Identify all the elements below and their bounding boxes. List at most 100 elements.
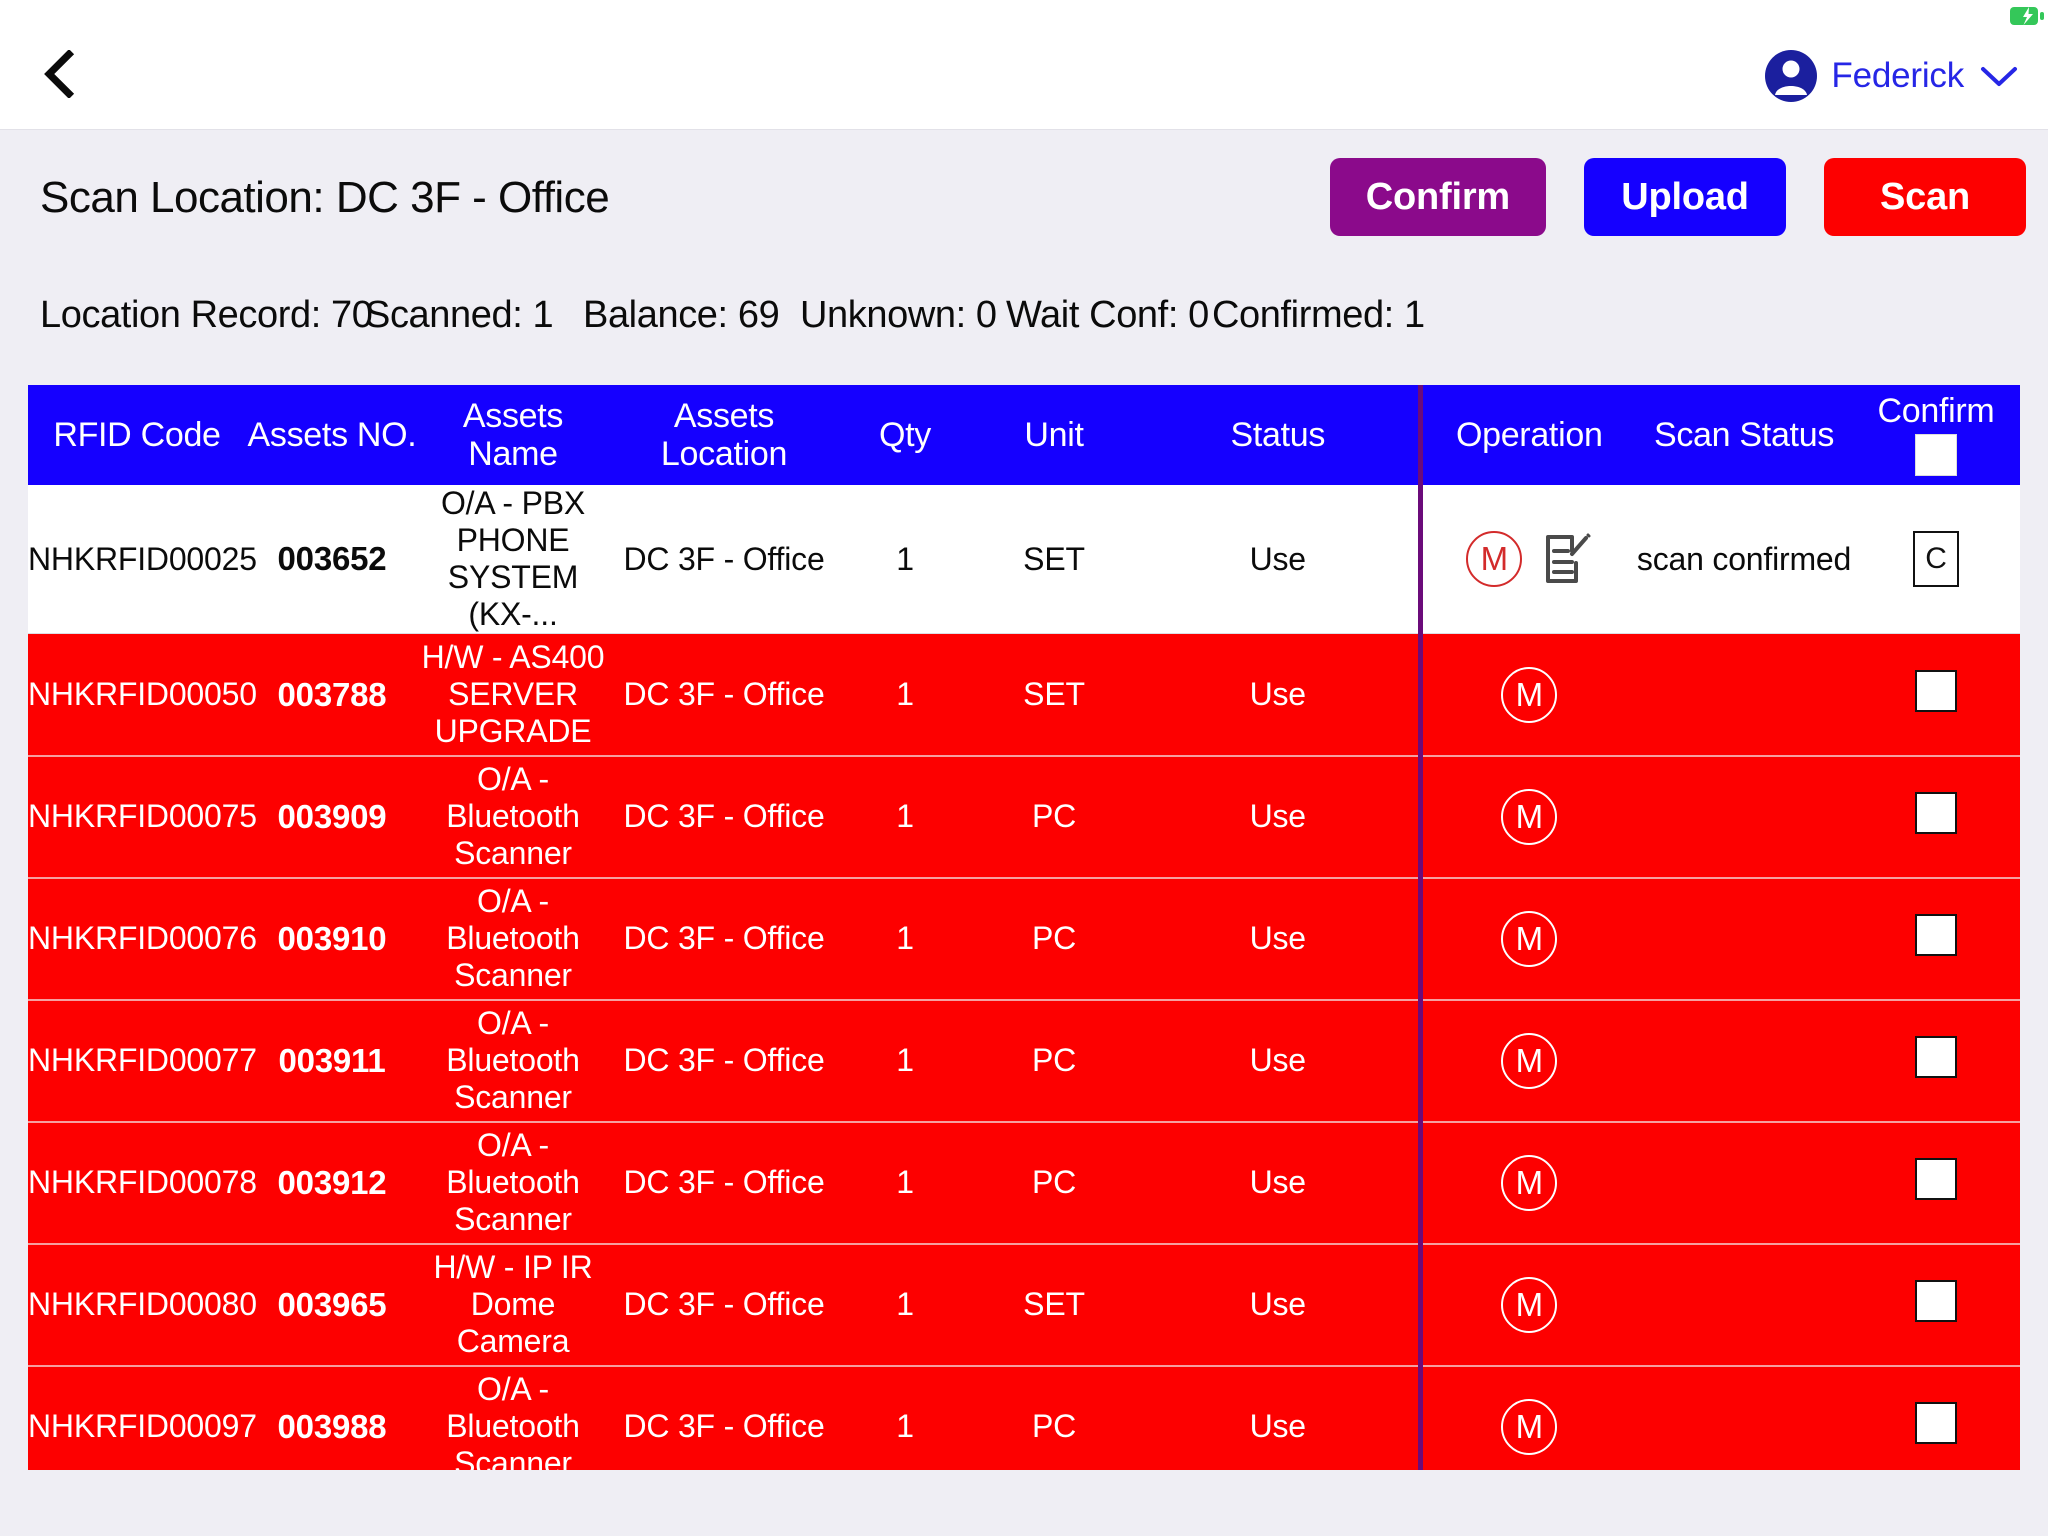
cell-qty: 1 — [840, 1364, 970, 1470]
cell-unit: SET — [970, 1242, 1138, 1366]
table-row[interactable]: NHKRFID00025 003652 O/A - PBX PHONE SYSTEM… — [28, 485, 2020, 635]
cell-confirm: C — [1852, 485, 2020, 635]
move-asset-icon[interactable]: M — [1501, 1276, 1558, 1333]
col-header-operation[interactable]: Operation — [1417, 385, 1636, 485]
cell-assets-name: O/A - Bluetooth Scanner — [418, 876, 608, 1000]
move-asset-icon[interactable]: M — [1501, 1032, 1558, 1089]
cell-qty: 1 — [840, 754, 970, 878]
operation-actions: M — [1423, 910, 1637, 967]
select-all-confirm-checkbox[interactable] — [1915, 434, 1957, 476]
cell-operation: M — [1417, 485, 1637, 635]
move-asset-icon[interactable]: M — [1501, 788, 1558, 845]
upload-button[interactable]: Upload — [1584, 158, 1786, 236]
cell-scan-status — [1636, 998, 1852, 1122]
cell-assets-location: DC 3F - Office — [608, 1120, 840, 1244]
col-header-assets-name[interactable]: Assets Name — [418, 385, 608, 485]
cell-assets-location: DC 3F - Office — [608, 1242, 840, 1366]
row-confirm-checkbox[interactable] — [1915, 1279, 1957, 1322]
top-navbar: Federick — [0, 0, 2048, 130]
table-row[interactable]: NHKRFID00075 003909 O/A - Bluetooth Scanne… — [28, 754, 2020, 878]
col-header-confirm-label: Confirm — [1877, 392, 1995, 430]
cell-status: Use — [1138, 1364, 1420, 1470]
table-row[interactable]: NHKRFID00080 003965 H/W - IP IR Dome Camer… — [28, 1242, 2020, 1366]
cell-assets-name: O/A - Bluetooth Scanner — [418, 754, 608, 878]
cell-assets-location: DC 3F - Office — [608, 876, 840, 1000]
stat-scanned: Scanned: 1 — [365, 293, 554, 336]
row-confirm-checkbox[interactable] — [1915, 1035, 1957, 1078]
action-button-row: Confirm Upload Scan — [1329, 158, 2026, 236]
move-asset-icon[interactable]: M — [1501, 666, 1558, 723]
cell-assets-location: DC 3F - Office — [608, 485, 840, 635]
edit-note-icon[interactable] — [1538, 532, 1592, 586]
cell-assets-name: H/W - IP IR Dome Camera — [418, 1242, 608, 1366]
cell-status: Use — [1138, 876, 1420, 1000]
col-header-status[interactable]: Status — [1138, 385, 1420, 485]
row-confirm-checkbox[interactable] — [1915, 669, 1957, 712]
row-confirm-checkbox[interactable]: C — [1913, 531, 1959, 588]
row-confirm-checkbox[interactable] — [1915, 913, 1957, 956]
cell-rfid-code: NHKRFID00077 — [28, 998, 257, 1122]
cell-unit: PC — [970, 1120, 1138, 1244]
table-row[interactable]: NHKRFID00077 003911 O/A - Bluetooth Scanne… — [28, 998, 2020, 1122]
row-confirm-checkbox[interactable] — [1915, 791, 1957, 834]
row-confirm-checkbox[interactable] — [1915, 1401, 1957, 1444]
table-head: RFID Code Assets NO. Assets Name Assets … — [28, 385, 2020, 485]
col-header-scan-status[interactable]: Scan Status — [1636, 385, 1852, 485]
user-name-label: Federick — [1831, 56, 1964, 95]
table-header-row: RFID Code Assets NO. Assets Name Assets … — [28, 385, 2020, 485]
table-row[interactable]: NHKRFID00076 003910 O/A - Bluetooth Scanne… — [28, 876, 2020, 1000]
back-button[interactable] — [30, 44, 90, 104]
assets-table-container[interactable]: RFID Code Assets NO. Assets Name Assets … — [28, 385, 2020, 1470]
cell-qty: 1 — [840, 998, 970, 1122]
cell-operation: M — [1417, 1120, 1637, 1244]
operation-actions: M — [1423, 1154, 1637, 1211]
col-header-qty[interactable]: Qty — [840, 385, 970, 485]
col-header-assets-location[interactable]: Assets Location — [608, 385, 840, 485]
cell-scan-status — [1636, 754, 1852, 878]
cell-unit: SET — [970, 485, 1138, 635]
chevron-left-icon — [42, 50, 78, 98]
cell-assets-no: 003988 — [246, 1364, 418, 1470]
cell-rfid-code: NHKRFID00097 — [28, 1364, 257, 1470]
scan-button[interactable]: Scan — [1824, 158, 2026, 236]
cell-confirm — [1852, 1120, 2020, 1244]
col-header-rfid-code[interactable]: RFID Code — [28, 385, 246, 485]
stat-balance: Balance: 69 — [583, 293, 780, 336]
row-confirm-checkbox[interactable] — [1915, 1157, 1957, 1200]
operation-actions: M — [1423, 531, 1637, 588]
cell-assets-location: DC 3F - Office — [608, 1364, 840, 1470]
col-header-assets-no[interactable]: Assets NO. — [246, 385, 418, 485]
operation-actions: M — [1423, 1276, 1637, 1333]
cell-operation: M — [1417, 876, 1637, 1000]
cell-assets-name: O/A - Bluetooth Scanner — [418, 998, 608, 1122]
cell-qty: 1 — [840, 876, 970, 1000]
cell-status: Use — [1138, 754, 1420, 878]
cell-rfid-code: NHKRFID00076 — [28, 876, 257, 1000]
table-row[interactable]: NHKRFID00050 003788 H/W - AS400 SERVER UPG… — [28, 633, 2020, 756]
col-header-unit[interactable]: Unit — [970, 385, 1138, 485]
move-asset-icon[interactable]: M — [1501, 910, 1558, 967]
cell-assets-no: 003909 — [246, 754, 418, 878]
cell-unit: SET — [1023, 676, 1085, 713]
move-asset-icon[interactable]: M — [1466, 531, 1523, 588]
cell-assets-no: 003652 — [246, 485, 418, 635]
operation-actions: M — [1423, 1032, 1637, 1089]
cell-assets-no: 003788 — [277, 675, 387, 713]
cell-rfid-code: NHKRFID00075 — [28, 754, 257, 878]
chevron-down-icon[interactable] — [1978, 63, 2020, 89]
table-row[interactable]: NHKRFID00078 003912 O/A - Bluetooth Scanne… — [28, 1120, 2020, 1244]
cell-assets-name: H/W - AS400 SERVER UPGRADE — [421, 639, 605, 750]
move-asset-icon[interactable]: M — [1501, 1398, 1558, 1455]
stat-wait-conf: Wait Conf: 0 — [1006, 293, 1209, 336]
user-menu[interactable]: Federick — [1765, 48, 2020, 104]
cell-scan-status — [1636, 634, 1852, 756]
cell-confirm — [1852, 998, 2020, 1122]
table-row[interactable]: NHKRFID00097 003988 O/A - Bluetooth Scanne… — [28, 1364, 2020, 1470]
cell-scan-status — [1636, 876, 1852, 1000]
cell-qty: 1 — [896, 676, 914, 713]
cell-unit: PC — [970, 998, 1138, 1122]
cell-status: Use — [1138, 485, 1420, 635]
cell-unit: PC — [970, 876, 1138, 1000]
confirm-button[interactable]: Confirm — [1329, 158, 1546, 236]
move-asset-icon[interactable]: M — [1501, 1154, 1558, 1211]
